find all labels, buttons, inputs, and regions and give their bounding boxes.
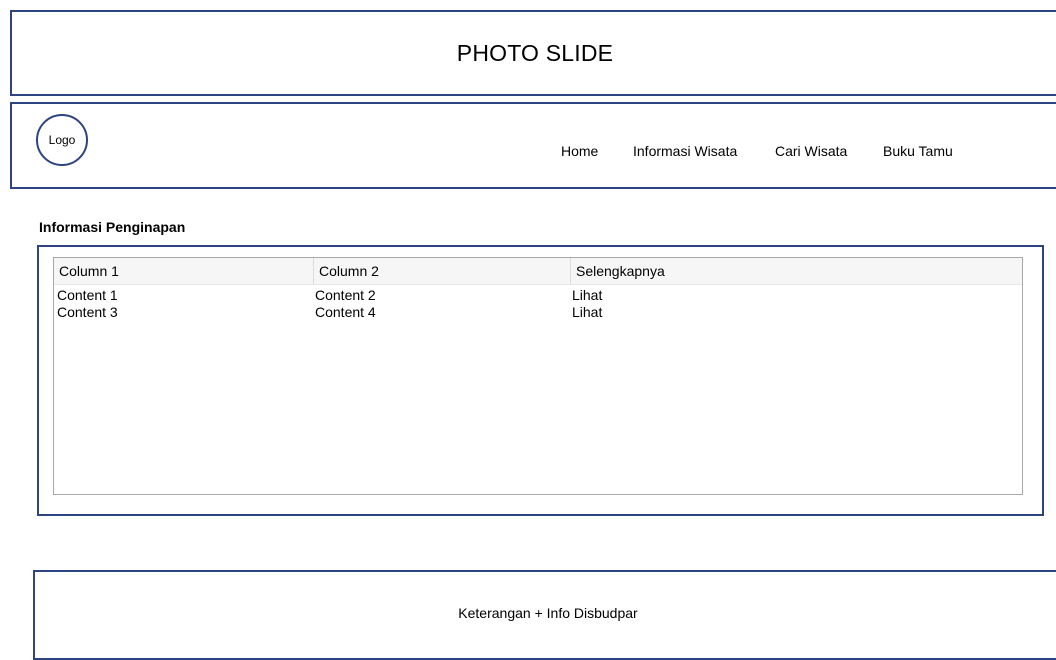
lihat-link[interactable]: Lihat [572, 287, 602, 304]
nav-link-buku-tamu[interactable]: Buku Tamu [883, 143, 953, 159]
column-header-1[interactable]: Column 1 [54, 258, 313, 284]
logo[interactable]: Logo [36, 114, 88, 166]
navbar: Logo Home Informasi Wisata Cari Wisata B… [10, 102, 1056, 189]
footer: Keterangan + Info Disbudpar [33, 570, 1056, 660]
nav-link-informasi-wisata[interactable]: Informasi Wisata [633, 143, 737, 159]
table-row[interactable]: Content 1 Content 2 Lihat [54, 287, 1022, 304]
table-cell: Content 3 [57, 304, 118, 320]
nav-link-home[interactable]: Home [561, 143, 598, 159]
table-cell: Content 1 [57, 287, 118, 303]
column-header-2[interactable]: Column 2 [313, 258, 570, 284]
table-cell: Content 2 [315, 287, 376, 303]
data-table: Column 1 Column 2 Selengkapnya Content 1… [53, 257, 1023, 495]
logo-label: Logo [48, 133, 76, 147]
lihat-link[interactable]: Lihat [572, 304, 602, 321]
column-header-selengkapnya[interactable]: Selengkapnya [570, 258, 1022, 284]
table-panel: Column 1 Column 2 Selengkapnya Content 1… [37, 245, 1044, 516]
table-cell: Content 4 [315, 304, 376, 320]
table-header-row: Column 1 Column 2 Selengkapnya [54, 258, 1022, 285]
table-row[interactable]: Content 3 Content 4 Lihat [54, 304, 1022, 321]
photo-slide-banner: PHOTO SLIDE [10, 10, 1056, 96]
section-heading: Informasi Penginapan [39, 219, 186, 235]
nav-link-cari-wisata[interactable]: Cari Wisata [775, 143, 847, 159]
footer-text: Keterangan + Info Disbudpar [458, 605, 638, 621]
photo-slide-title: PHOTO SLIDE [456, 39, 614, 66]
